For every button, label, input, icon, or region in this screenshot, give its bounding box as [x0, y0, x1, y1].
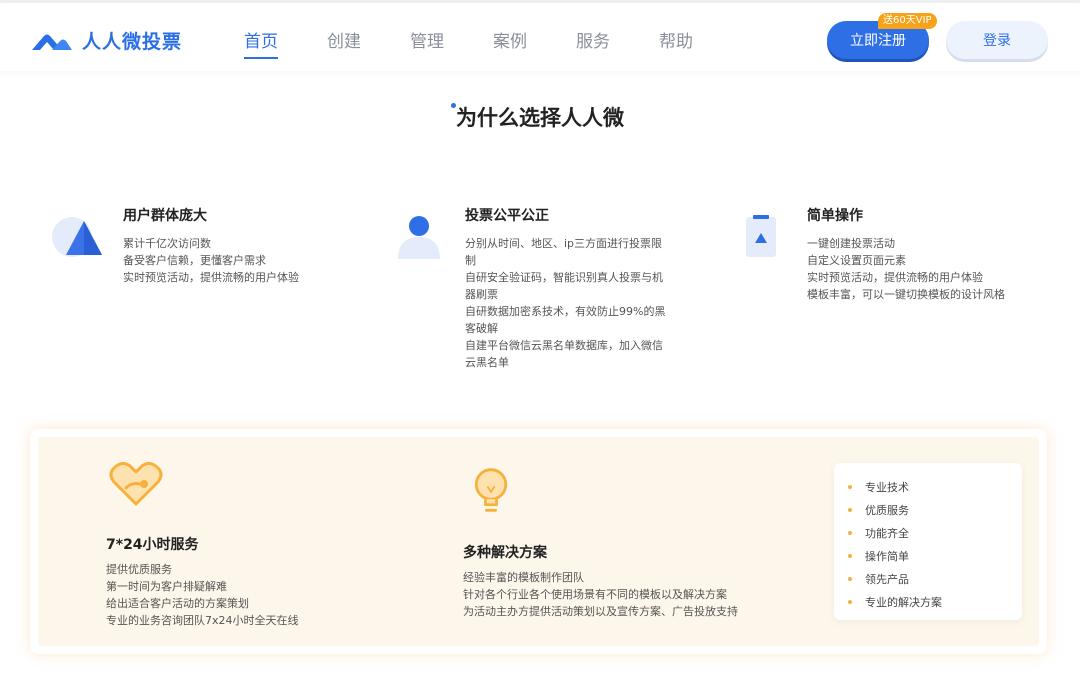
feature-line: 自定义设置页面元素: [807, 254, 906, 267]
feature-line: 分别从时间、地区、ip三方面进行投票限: [465, 237, 663, 250]
main-nav: 首页 创建 管理 案例 服务 帮助: [244, 27, 742, 59]
user-icon: [398, 216, 440, 259]
service-line: 经验丰富的模板制作团队: [463, 571, 584, 584]
bullet-icon: [848, 599, 852, 604]
feature-line: 云黑名单: [465, 356, 509, 369]
feature-line: 客破解: [465, 322, 498, 335]
service-line: 专业的业务咨询团队7x24小时全天在线: [106, 614, 299, 627]
site-header: 人人微投票 首页 创建 管理 案例 服务 帮助 立即注册 送60天VIP 登录: [0, 3, 1080, 71]
list-item: 领先产品: [834, 567, 1022, 590]
feature-line: 累计千亿次访问数: [123, 237, 211, 250]
feature-line: 自研安全验证码，智能识别真人投票与机: [465, 271, 663, 284]
feature-line: 制: [465, 254, 476, 267]
service-line: 第一时间为客户排疑解难: [106, 580, 227, 593]
feature-title: 简单操作: [807, 208, 863, 224]
bullet-icon: [848, 507, 852, 512]
feature-desc: 一键创建投票活动 自定义设置页面元素 实时预览活动，提供流畅的用户体验 模板丰富…: [807, 235, 1005, 303]
feature-line: 自研数据加密系技术，有效防止99%的黑: [465, 305, 666, 318]
phone-icon: [746, 215, 776, 257]
bullet-icon: [848, 484, 852, 489]
feature-line: 模板丰富，可以一键切换模板的设计风格: [807, 288, 1005, 301]
service-line: 提供优质服务: [106, 563, 172, 576]
nav-item-help[interactable]: 帮助: [659, 27, 693, 52]
feature-line: 实时预览活动，提供流畅的用户体验: [123, 271, 299, 284]
bullet-icon: [848, 553, 852, 558]
nav-item-cases[interactable]: 案例: [493, 27, 527, 52]
feature-desc: 分别从时间、地区、ip三方面进行投票限 制 自研安全验证码，智能识别真人投票与机…: [465, 235, 665, 371]
service-line: 针对各个行业各个使用场景有不同的模板以及解决方案: [463, 588, 727, 601]
nav-item-service[interactable]: 服务: [576, 27, 610, 52]
logo-mark-icon: [32, 34, 72, 50]
list-item-label: 领先产品: [865, 572, 909, 586]
logo[interactable]: 人人微投票: [30, 27, 182, 54]
feature-line: 备受客户信赖，更懂客户需求: [123, 254, 266, 267]
feature-line: 一键创建投票活动: [807, 237, 895, 250]
feature-title: 用户群体庞大: [123, 208, 207, 224]
bullet-icon: [848, 530, 852, 535]
service-line: 为活动主办方提供活动策划以及宣传方案、广告投放支持: [463, 605, 738, 618]
login-button[interactable]: 登录: [946, 21, 1048, 59]
feature-line: 器刷票: [465, 288, 498, 301]
advantages-list: 专业技术 优质服务 功能齐全 操作简单 领先产品 专业的解决方案: [834, 463, 1022, 620]
service-title: 7*24小时服务: [106, 537, 199, 553]
feature-title: 投票公平公正: [465, 208, 549, 224]
list-item-label: 专业技术: [865, 480, 909, 494]
list-item-label: 优质服务: [865, 503, 909, 517]
list-item: 专业技术: [834, 475, 1022, 498]
pyramid-icon: [52, 217, 102, 257]
feature-desc: 累计千亿次访问数 备受客户信赖，更懂客户需求 实时预览活动，提供流畅的用户体验: [123, 235, 299, 286]
service-desc: 经验丰富的模板制作团队 针对各个行业各个使用场景有不同的模板以及解决方案 为活动…: [463, 569, 738, 620]
vip-badge: 送60天VIP: [878, 13, 937, 29]
service-desc: 提供优质服务 第一时间为客户排疑解难 给出适合客户活动的方案策划 专业的业务咨询…: [106, 561, 299, 629]
list-item: 专业的解决方案: [834, 590, 1022, 613]
feature-line: 自建平台微信云黑名单数据库，加入微信: [465, 339, 663, 352]
nav-item-home[interactable]: 首页: [244, 27, 278, 59]
lightbulb-icon: [474, 468, 508, 512]
feature-line: 实时预览活动，提供流畅的用户体验: [807, 271, 983, 284]
list-item-label: 专业的解决方案: [865, 595, 942, 609]
list-item: 优质服务: [834, 498, 1022, 521]
service-title: 多种解决方案: [463, 545, 547, 561]
bullet-icon: [848, 576, 852, 581]
service-line: 给出适合客户活动的方案策划: [106, 597, 249, 610]
list-item: 操作简单: [834, 544, 1022, 567]
nav-item-manage[interactable]: 管理: [410, 27, 444, 52]
nav-item-create[interactable]: 创建: [327, 27, 361, 52]
list-item: 功能齐全: [834, 521, 1022, 544]
list-item-label: 功能齐全: [865, 526, 909, 540]
list-item-label: 操作简单: [865, 549, 909, 563]
section-title: 为什么选择人人微: [456, 106, 624, 130]
heart-icon: [109, 461, 163, 506]
brand-name: 人人微投票: [82, 31, 183, 53]
